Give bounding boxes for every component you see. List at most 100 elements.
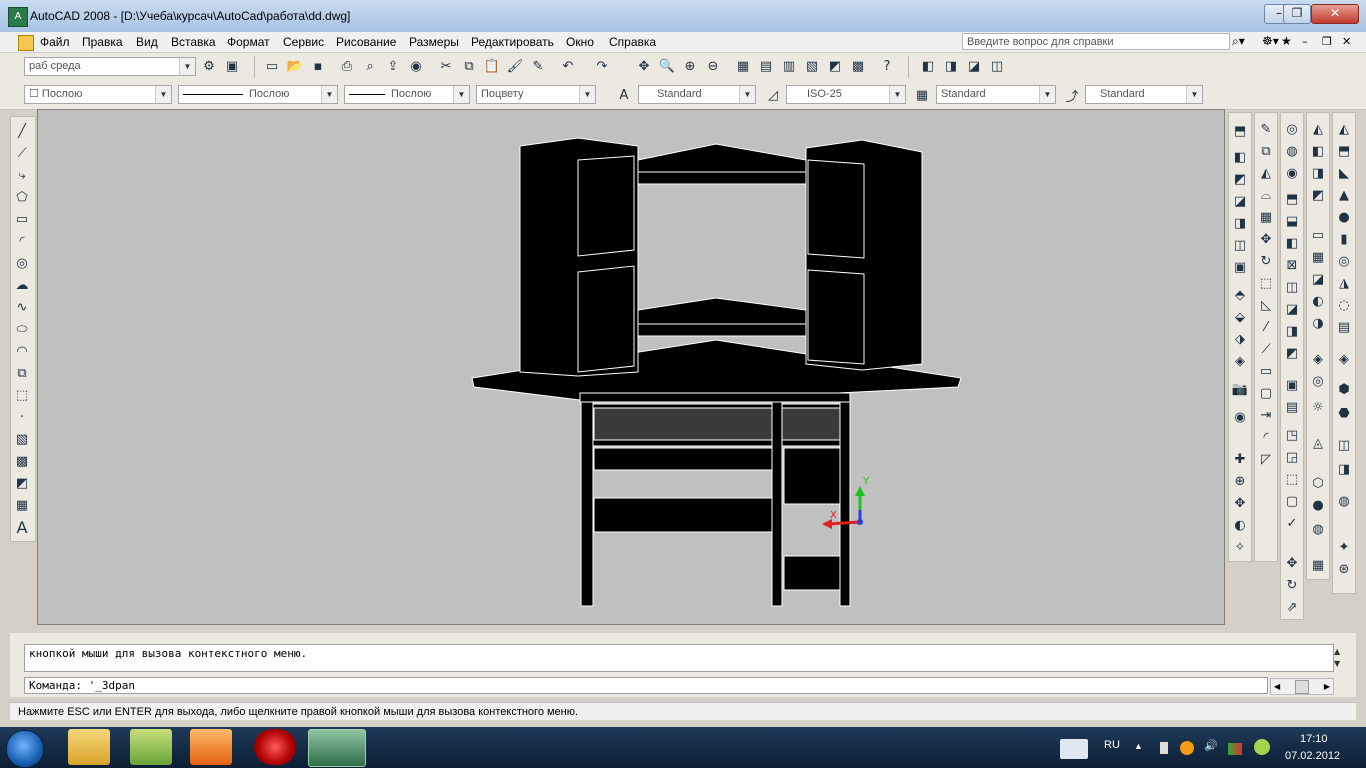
multiline-text-icon[interactable]: A: [12, 517, 32, 537]
stretch-icon[interactable]: ◺: [1256, 295, 1276, 315]
menu-file[interactable]: Файл: [40, 35, 70, 49]
start-button[interactable]: [6, 730, 44, 768]
subtract-icon[interactable]: ⬙: [1230, 307, 1250, 327]
workspace-select[interactable]: раб среда ▼: [24, 57, 196, 76]
globe-icon[interactable]: ◍: [1308, 519, 1328, 539]
solid-extrude-icon[interactable]: ⬢: [1334, 379, 1354, 399]
text-style-icon[interactable]: A: [614, 85, 634, 105]
layer-icon-1[interactable]: ◧: [918, 56, 938, 76]
join-icon[interactable]: ▢: [1256, 383, 1276, 403]
command-scrollbar[interactable]: ◀ ▶: [1270, 678, 1334, 695]
revision-cloud-icon[interactable]: ☁: [12, 275, 32, 295]
properties-icon[interactable]: ▦: [733, 56, 753, 76]
move-faces-icon[interactable]: ⬓: [1282, 211, 1302, 231]
clean-icon[interactable]: ◲: [1282, 447, 1302, 467]
cylinder-icon[interactable]: ◫: [1230, 235, 1250, 255]
open-icon[interactable]: 📂: [285, 56, 305, 76]
chevron-down-icon[interactable]: ▼: [889, 86, 905, 103]
media-player-icon[interactable]: [190, 729, 232, 765]
trim-icon[interactable]: ⁄: [1256, 317, 1276, 337]
realistic-icon[interactable]: ◐: [1308, 291, 1328, 311]
solid-intersect-icon[interactable]: ◉: [1282, 163, 1302, 183]
chevron-down-icon[interactable]: ▼: [739, 86, 755, 103]
match-properties-icon[interactable]: 🖌: [505, 56, 525, 76]
spline-icon[interactable]: ∿: [12, 297, 32, 317]
3d-align-icon[interactable]: ⇗: [1282, 597, 1302, 617]
network-icon[interactable]: [1228, 743, 1242, 755]
layer-icon-2[interactable]: ◨: [941, 56, 961, 76]
construction-line-icon[interactable]: ⟋: [12, 143, 32, 163]
solid-section-icon[interactable]: ◫: [1334, 435, 1354, 455]
chevron-down-icon[interactable]: ▼: [453, 86, 469, 103]
view-top-icon[interactable]: ◨: [1308, 163, 1328, 183]
autocad-task-icon[interactable]: [308, 729, 366, 767]
zoom-previous-icon[interactable]: ⊖: [703, 56, 723, 76]
menu-draw[interactable]: Рисование: [336, 35, 396, 49]
design-center-icon[interactable]: ▤: [756, 56, 776, 76]
render-icon[interactable]: ◐: [1230, 515, 1250, 535]
copy-faces-icon[interactable]: ◨: [1282, 321, 1302, 341]
mleader-style-icon[interactable]: ⤴: [1062, 85, 1082, 105]
language-indicator[interactable]: RU: [1104, 739, 1120, 751]
make-block-icon[interactable]: ⬚: [12, 385, 32, 405]
zoom-window-icon[interactable]: ⊕: [680, 56, 700, 76]
chevron-down-icon[interactable]: ▼: [321, 86, 337, 103]
color-select[interactable]: ☐ Послою ▼: [24, 85, 172, 104]
volume-icon[interactable]: 🔊: [1204, 739, 1218, 752]
view-front-icon[interactable]: ◧: [1308, 141, 1328, 161]
view-left-icon[interactable]: ◩: [1308, 185, 1328, 205]
update-icon[interactable]: [1180, 741, 1194, 755]
tool-palettes-icon[interactable]: ▥: [779, 56, 799, 76]
extrude-faces-icon[interactable]: ⬒: [1282, 189, 1302, 209]
sphere-icon[interactable]: ◨: [1230, 213, 1250, 233]
intersect-icon[interactable]: ⬗: [1230, 329, 1250, 349]
pan-realtime-icon[interactable]: ✥: [634, 56, 654, 76]
3d-move-icon[interactable]: ✥: [1282, 553, 1302, 573]
markup-icon[interactable]: ◩: [825, 56, 845, 76]
menu-edit[interactable]: Правка: [82, 35, 123, 49]
linetype-select[interactable]: Послою ▼: [178, 85, 338, 104]
cone-icon[interactable]: ◪: [1230, 191, 1250, 211]
publish-icon[interactable]: ⇪: [383, 56, 403, 76]
solid-union-icon[interactable]: ◎: [1282, 119, 1302, 139]
workspace-settings-icon[interactable]: ⚙: [199, 56, 219, 76]
help-search-input[interactable]: Введите вопрос для справки: [962, 33, 1230, 50]
extend-icon[interactable]: ⟋: [1256, 339, 1276, 359]
scroll-left-icon[interactable]: ◀: [1274, 679, 1280, 694]
menu-window[interactable]: Окно: [566, 35, 594, 49]
solid-convert-icon[interactable]: ⊛: [1334, 559, 1354, 579]
antivirus-icon[interactable]: [1254, 739, 1270, 755]
point-icon[interactable]: ·: [12, 407, 32, 427]
2d-wireframe-icon[interactable]: ▭: [1308, 225, 1328, 245]
solid-presspull-icon[interactable]: ⬣: [1334, 403, 1354, 423]
materials-icon[interactable]: ◎: [1308, 371, 1328, 391]
search-icon[interactable]: ⌕▾: [1232, 34, 1245, 49]
ellipse-icon[interactable]: ⬭: [12, 319, 32, 339]
doc-close-icon[interactable]: ✕: [1342, 35, 1351, 48]
cube-icon[interactable]: ⬡: [1308, 473, 1328, 493]
menu-modify[interactable]: Редактировать: [471, 35, 554, 49]
pan-3d-icon[interactable]: ✥: [1230, 493, 1250, 513]
explorer-icon[interactable]: [68, 729, 110, 765]
autocad-icon[interactable]: A: [8, 7, 28, 27]
wedge-icon[interactable]: ◩: [1230, 169, 1250, 189]
walk-icon[interactable]: ✚: [1230, 449, 1250, 469]
chevron-down-icon[interactable]: ▼: [1039, 86, 1055, 103]
favorites-icon[interactable]: ★: [1281, 34, 1292, 48]
plot-preview-icon[interactable]: ⌕: [360, 56, 380, 76]
separate-icon[interactable]: ⬚: [1282, 469, 1302, 489]
menu-tools[interactable]: Сервис: [283, 35, 324, 49]
redo-icon[interactable]: ↷: [592, 56, 612, 76]
chamfer-icon[interactable]: ⇥: [1256, 405, 1276, 425]
copy-icon[interactable]: ⧉: [459, 56, 479, 76]
sphere-render-icon[interactable]: ●: [1308, 495, 1328, 515]
layer-icon-3[interactable]: ◪: [964, 56, 984, 76]
3d-orbit-icon[interactable]: ◭: [1308, 119, 1328, 139]
solid-pyramid-icon[interactable]: ▲: [1334, 185, 1354, 205]
table-tool-icon[interactable]: ▦: [1308, 555, 1328, 575]
restore-icon[interactable]: ❐: [1283, 4, 1311, 24]
undo-icon[interactable]: ↶: [558, 56, 578, 76]
lights-icon[interactable]: ✧: [1230, 537, 1250, 557]
tray-expand-icon[interactable]: ▲: [1134, 741, 1143, 751]
doc-minimize-icon[interactable]: –: [1302, 35, 1308, 48]
